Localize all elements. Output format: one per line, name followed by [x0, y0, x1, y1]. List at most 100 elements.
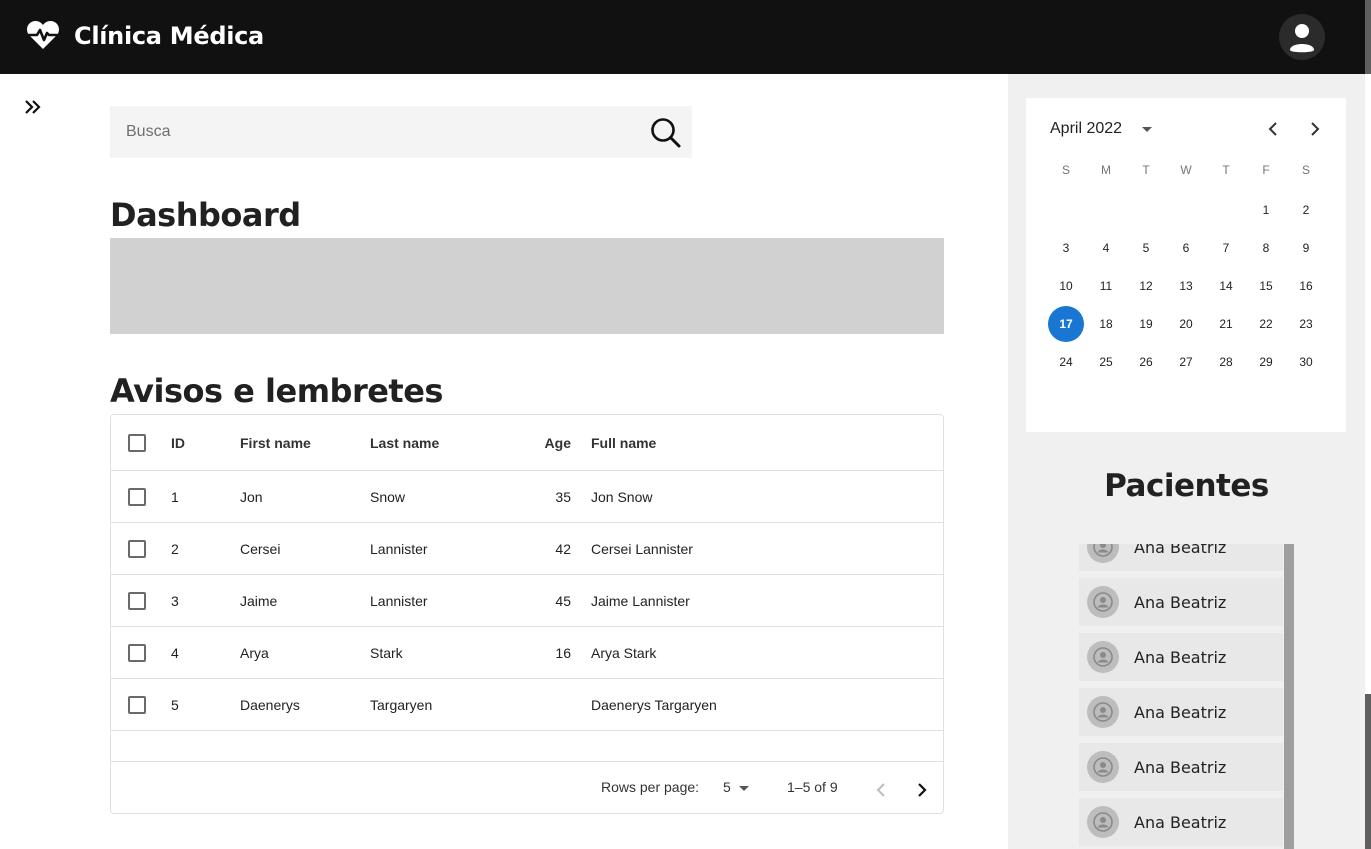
dashboard-title: Dashboard — [110, 196, 301, 234]
calendar-day[interactable]: 23 — [1288, 306, 1324, 342]
search-button[interactable] — [648, 115, 682, 149]
calendar-day[interactable]: 27 — [1168, 344, 1204, 380]
column-header-id[interactable]: ID — [171, 415, 185, 470]
calendar-month-label[interactable]: April 2022 — [1050, 120, 1122, 138]
search-input[interactable] — [110, 106, 640, 158]
patient-list-item[interactable]: Ana Beatriz — [1079, 578, 1283, 626]
sidebar-expand-button[interactable] — [22, 96, 44, 118]
chevron-left-icon — [876, 783, 885, 797]
calendar-day[interactable]: 12 — [1128, 268, 1164, 304]
caret-down-icon[interactable] — [739, 786, 749, 791]
chevron-right-icon — [918, 783, 927, 797]
table-row[interactable]: 4 Arya Stark 16 Arya Stark — [111, 627, 943, 679]
calendar-day[interactable]: 13 — [1168, 268, 1204, 304]
cell-first-name: Arya — [240, 644, 269, 661]
patient-list-item[interactable]: Ana Beatriz — [1079, 743, 1283, 791]
cell-full-name: Daenerys Targaryen — [591, 696, 717, 713]
account-avatar-button[interactable] — [1279, 14, 1325, 60]
avatar — [1087, 696, 1119, 728]
calendar-day[interactable]: 10 — [1048, 268, 1084, 304]
search-bar — [110, 106, 692, 158]
cell-full-name: Cersei Lannister — [591, 540, 693, 557]
next-month-button[interactable] — [1302, 118, 1326, 140]
row-checkbox[interactable] — [128, 592, 146, 610]
calendar-day[interactable]: 16 — [1288, 268, 1324, 304]
reminders-title: Avisos e lembretes — [110, 372, 443, 410]
page-scrollbar-thumb[interactable] — [1365, 74, 1371, 694]
previous-page-button[interactable] — [871, 780, 893, 800]
next-page-button[interactable] — [911, 780, 933, 800]
caret-down-icon[interactable] — [1142, 127, 1152, 132]
patient-name: Ana Beatriz — [1134, 758, 1227, 777]
cell-last-name: Targaryen — [370, 696, 433, 713]
calendar-day[interactable]: 4 — [1088, 230, 1124, 266]
calendar-day[interactable]: 24 — [1048, 344, 1084, 380]
calendar-day[interactable]: 5 — [1128, 230, 1164, 266]
patients-title: Pacientes — [1104, 468, 1269, 504]
calendar-day[interactable]: 28 — [1208, 344, 1244, 380]
calendar-day[interactable]: 6 — [1168, 230, 1204, 266]
calendar-day[interactable]: 2 — [1288, 192, 1324, 228]
calendar-day[interactable]: 3 — [1048, 230, 1084, 266]
cell-last-name: Snow — [370, 488, 406, 505]
cell-last-name: Stark — [370, 644, 403, 661]
calendar-day[interactable]: 19 — [1128, 306, 1164, 342]
app-title: Clínica Médica — [74, 22, 264, 50]
calendar-day[interactable]: 30 — [1288, 344, 1324, 380]
patient-list-item[interactable]: Ana Beatriz — [1079, 798, 1283, 846]
calendar-day[interactable]: 29 — [1248, 344, 1284, 380]
page-scrollbar[interactable] — [1365, 0, 1371, 849]
patient-list-item[interactable]: Ana Beatriz — [1079, 688, 1283, 736]
column-header-full-name[interactable]: Full name — [591, 415, 656, 470]
row-checkbox[interactable] — [128, 644, 146, 662]
column-header-first-name[interactable]: First name — [240, 415, 311, 470]
patient-list-item[interactable]: Ana Beatriz — [1079, 544, 1283, 571]
calendar-day[interactable]: 8 — [1248, 230, 1284, 266]
calendar-day[interactable]: 20 — [1168, 306, 1204, 342]
weekday-label: S — [1061, 163, 1070, 177]
calendar-day[interactable]: 15 — [1248, 268, 1284, 304]
patient-list-item[interactable]: Ana Beatriz — [1079, 633, 1283, 681]
patient-name: Ana Beatriz — [1134, 593, 1227, 612]
table-row[interactable]: 3 Jaime Lannister 45 Jaime Lannister — [111, 575, 943, 627]
calendar-day-selected[interactable]: 17 — [1048, 306, 1084, 342]
previous-month-button[interactable] — [1262, 118, 1286, 140]
avatar — [1087, 806, 1119, 838]
cell-id: 2 — [171, 540, 179, 557]
calendar-day[interactable]: 7 — [1208, 230, 1244, 266]
double-chevron-right-icon — [25, 100, 41, 114]
cell-last-name: Lannister — [370, 540, 428, 557]
cell-first-name: Daenerys — [240, 696, 300, 713]
weekday-label: M — [1101, 163, 1111, 177]
weekday-label: T — [1222, 163, 1230, 177]
calendar-day[interactable]: 11 — [1088, 268, 1124, 304]
calendar-day[interactable]: 1 — [1248, 192, 1284, 228]
row-checkbox[interactable] — [128, 488, 146, 506]
patient-name: Ana Beatriz — [1134, 813, 1227, 832]
column-header-last-name[interactable]: Last name — [370, 415, 439, 470]
cell-age — [511, 679, 571, 730]
calendar-day[interactable]: 18 — [1088, 306, 1124, 342]
column-header-age[interactable]: Age — [511, 415, 571, 470]
select-all-checkbox[interactable] — [128, 434, 146, 452]
table-row[interactable]: 1 Jon Snow 35 Jon Snow — [111, 471, 943, 523]
calendar-day[interactable]: 21 — [1208, 306, 1244, 342]
table-row[interactable]: 2 Cersei Lannister 42 Cersei Lannister — [111, 523, 943, 575]
table-row[interactable]: 5 Daenerys Targaryen Daenerys Targaryen — [111, 679, 943, 731]
user-icon — [1093, 544, 1113, 557]
calendar-day[interactable]: 22 — [1248, 306, 1284, 342]
cell-id: 5 — [171, 696, 179, 713]
calendar-day[interactable]: 14 — [1208, 268, 1244, 304]
patients-scrollbar[interactable] — [1284, 544, 1294, 849]
patient-name: Ana Beatriz — [1134, 703, 1227, 722]
calendar-day[interactable]: 26 — [1128, 344, 1164, 380]
avatar — [1087, 641, 1119, 673]
row-checkbox[interactable] — [128, 696, 146, 714]
row-checkbox[interactable] — [128, 540, 146, 558]
rows-per-page-select[interactable]: 5 — [723, 779, 731, 795]
calendar-day[interactable]: 25 — [1088, 344, 1124, 380]
avatar — [1087, 586, 1119, 618]
cell-full-name: Jon Snow — [591, 488, 653, 505]
patient-name: Ana Beatriz — [1134, 648, 1227, 667]
calendar-day[interactable]: 9 — [1288, 230, 1324, 266]
